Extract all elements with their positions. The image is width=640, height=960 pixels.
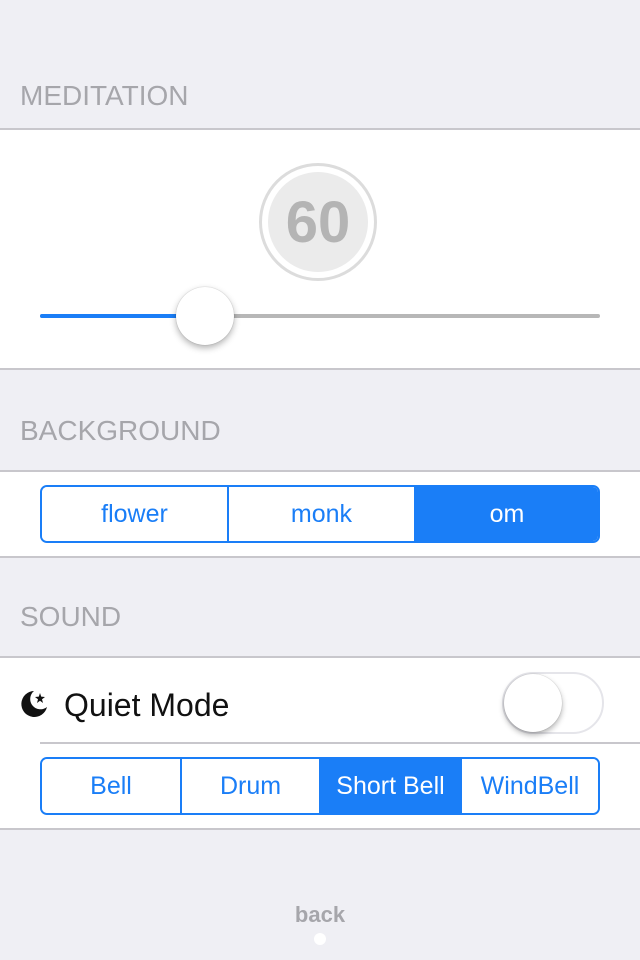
page-indicator-dot <box>314 933 326 945</box>
moon-star-icon <box>21 691 47 717</box>
quiet-mode-label: Quiet Mode <box>64 687 230 723</box>
background-selector[interactable]: flower monk om <box>40 485 600 543</box>
sound-option-windbell[interactable]: WindBell <box>460 759 598 813</box>
background-option-om[interactable]: om <box>414 487 598 541</box>
meditation-section-header: MEDITATION <box>20 80 189 111</box>
duration-display: 60 <box>259 163 377 281</box>
quiet-mode-toggle[interactable] <box>502 672 604 734</box>
sound-panel: Quiet Mode Bell Drum Short Bell WindBell <box>0 656 640 830</box>
sound-section-header: SOUND <box>20 601 122 632</box>
row-divider <box>40 742 640 744</box>
sound-option-bell[interactable]: Bell <box>42 759 180 813</box>
quiet-mode-toggle-knob <box>504 674 562 732</box>
duration-slider-thumb[interactable] <box>176 287 234 345</box>
background-panel: flower monk om <box>0 470 640 558</box>
sound-selector[interactable]: Bell Drum Short Bell WindBell <box>40 757 600 815</box>
duration-slider[interactable] <box>40 287 600 345</box>
sound-option-short-bell[interactable]: Short Bell <box>319 759 460 813</box>
back-link[interactable]: back <box>0 902 640 928</box>
duration-value: 60 <box>268 172 368 272</box>
sound-option-drum[interactable]: Drum <box>180 759 319 813</box>
background-option-flower[interactable]: flower <box>42 487 227 541</box>
meditation-panel: 60 <box>0 128 640 370</box>
background-section-header: BACKGROUND <box>20 415 221 446</box>
background-option-monk[interactable]: monk <box>227 487 414 541</box>
